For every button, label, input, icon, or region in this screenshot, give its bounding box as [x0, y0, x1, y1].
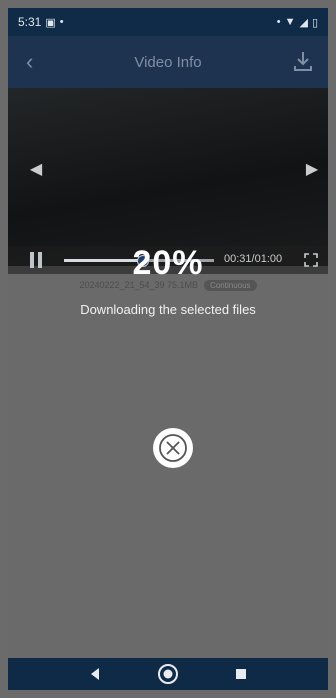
page-title: Video Info	[134, 53, 202, 71]
nav-recents-icon	[236, 669, 247, 679]
image-notification-icon: ▣	[45, 16, 56, 29]
phone-screen: 5:31 ▣ • • ▼ ◢ ▯ ‹ Video Info ◀ ▶ 00:31/…	[8, 8, 328, 690]
app-header: ‹ Video Info	[8, 36, 328, 88]
status-bar: 5:31 ▣ • • ▼ ◢ ▯	[8, 8, 328, 36]
nav-home-button[interactable]	[156, 662, 180, 686]
download-message: Downloading the selected files	[80, 302, 256, 317]
status-dot-right: •	[276, 16, 281, 28]
download-icon	[294, 52, 312, 71]
download-percent: 20%	[132, 244, 204, 282]
status-dot: •	[59, 16, 64, 28]
back-button[interactable]: ‹	[26, 48, 50, 76]
nav-back-button[interactable]	[83, 662, 107, 686]
battery-icon: ▯	[311, 16, 318, 29]
nav-recents-button[interactable]	[229, 662, 253, 686]
triangle-left-icon: ◀	[29, 161, 43, 178]
wifi-icon: ▼	[284, 16, 296, 28]
chevron-left-icon: ‹	[26, 49, 34, 74]
download-button[interactable]	[290, 48, 316, 76]
cancel-download-button[interactable]	[153, 428, 193, 468]
nav-home-icon	[157, 664, 178, 684]
video-player[interactable]: ◀ ▶	[8, 88, 328, 266]
status-time: 5:31	[18, 15, 42, 29]
triangle-right-icon: ▶	[305, 161, 319, 178]
previous-video-button[interactable]: ◀	[26, 158, 46, 182]
nav-back-icon	[90, 668, 99, 680]
signal-icon: ◢	[299, 16, 308, 29]
next-video-button[interactable]: ▶	[302, 158, 322, 182]
system-nav-bar	[8, 658, 328, 690]
close-circle-icon	[159, 434, 187, 462]
